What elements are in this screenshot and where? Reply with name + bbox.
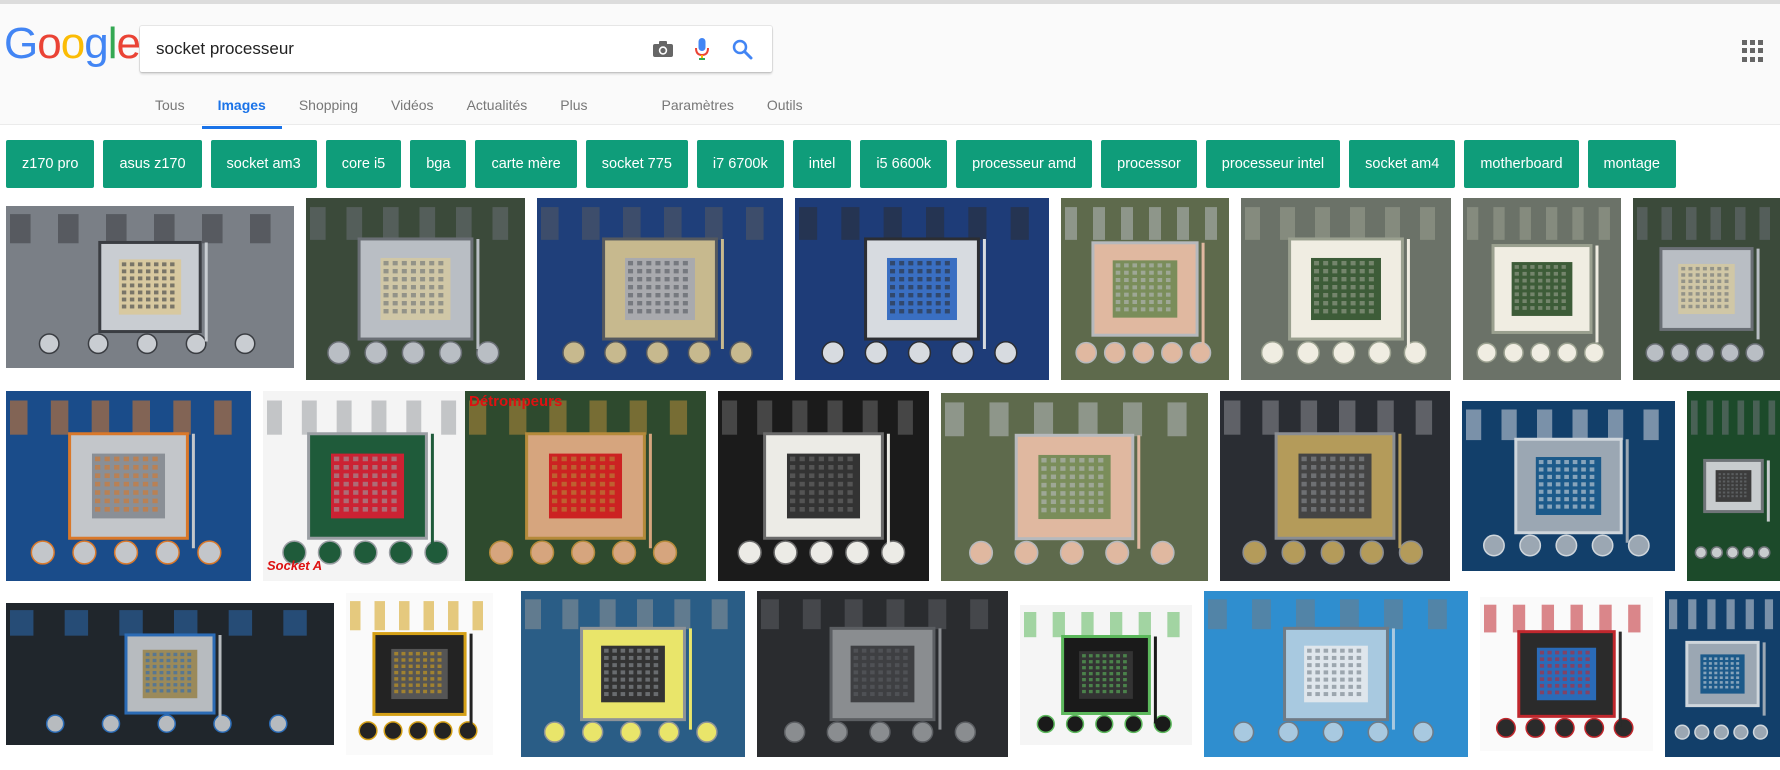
image-result-thumbnail[interactable] — [1220, 391, 1450, 581]
chip-processeur-amd[interactable]: processeur amd — [956, 140, 1093, 188]
microphone-icon[interactable] — [689, 36, 715, 62]
thumbnail-caption: Détrompeurs — [469, 393, 563, 410]
image-result-thumbnail[interactable] — [521, 591, 745, 757]
tab-tous[interactable]: Tous — [155, 84, 185, 129]
chip-core-i5[interactable]: core i5 — [325, 140, 402, 188]
image-result-thumbnail[interactable] — [1463, 198, 1621, 380]
image-result-thumbnail[interactable]: Détrompeurs — [465, 391, 706, 581]
chip-intel[interactable]: intel — [792, 140, 852, 188]
chip-processor[interactable]: processor — [1101, 140, 1197, 188]
chip-socket-775[interactable]: socket 775 — [585, 140, 688, 188]
apps-grid-icon[interactable] — [1742, 40, 1764, 62]
search-input[interactable] — [156, 26, 626, 72]
image-result-thumbnail[interactable] — [1020, 605, 1192, 745]
google-logo[interactable]: Google — [4, 19, 141, 68]
image-result-thumbnail[interactable] — [537, 198, 783, 380]
search-icon[interactable] — [729, 36, 755, 62]
image-result-thumbnail[interactable] — [1480, 597, 1653, 751]
logo-letter: G — [4, 19, 38, 68]
chip-asus-z170[interactable]: asus z170 — [103, 140, 202, 188]
image-result-thumbnail[interactable] — [346, 593, 493, 755]
image-result-thumbnail[interactable] — [306, 198, 525, 380]
image-result-thumbnail[interactable] — [1462, 401, 1675, 571]
chip-socket-am4[interactable]: socket am4 — [1349, 140, 1456, 188]
header: Google Tous Images Shopping Vidéos Actua… — [0, 4, 1780, 129]
logo-letter: l — [107, 19, 118, 68]
image-result-thumbnail[interactable] — [1061, 198, 1229, 380]
tab-shopping[interactable]: Shopping — [299, 84, 358, 129]
logo-letter: g — [84, 19, 109, 68]
chip-processeur-intel[interactable]: processeur intel — [1205, 140, 1341, 188]
logo-letter: o — [37, 19, 62, 68]
search-box — [140, 26, 772, 72]
tab-images[interactable]: Images — [201, 84, 283, 129]
camera-icon[interactable] — [650, 36, 676, 62]
image-result-thumbnail[interactable] — [6, 603, 334, 745]
image-result-thumbnail[interactable] — [941, 393, 1208, 581]
chip-i5-6600k[interactable]: i5 6600k — [860, 140, 948, 188]
thumbnail-caption: Socket A — [267, 558, 323, 573]
image-result-thumbnail[interactable]: Socket A — [263, 391, 472, 581]
chip-z170-pro[interactable]: z170 pro — [6, 140, 95, 188]
image-result-thumbnail[interactable] — [718, 391, 929, 581]
chip-carte-mere[interactable]: carte mère — [475, 140, 577, 188]
tab-plus[interactable]: Plus — [560, 84, 587, 129]
chip-bga[interactable]: bga — [410, 140, 467, 188]
tab-actualites[interactable]: Actualités — [467, 84, 528, 129]
image-result-thumbnail[interactable] — [1633, 198, 1780, 380]
chip-socket-am3[interactable]: socket am3 — [210, 140, 317, 188]
image-result-thumbnail[interactable] — [1687, 391, 1780, 581]
search-tabs: Tous Images Shopping Vidéos Actualités P… — [155, 84, 803, 129]
chip-motherboard[interactable]: motherboard — [1464, 140, 1579, 188]
image-result-thumbnail[interactable] — [795, 198, 1049, 380]
tab-outils[interactable]: Outils — [767, 84, 803, 129]
image-result-thumbnail[interactable] — [1241, 198, 1451, 380]
image-result-thumbnail[interactable] — [6, 206, 294, 368]
image-result-thumbnail[interactable] — [6, 391, 251, 581]
logo-letter: e — [116, 19, 141, 68]
image-result-thumbnail[interactable] — [757, 591, 1008, 757]
tab-videos[interactable]: Vidéos — [391, 84, 434, 129]
image-result-thumbnail[interactable] — [1204, 591, 1468, 757]
chip-i7-6700k[interactable]: i7 6700k — [696, 140, 784, 188]
logo-letter: o — [60, 19, 86, 68]
image-result-thumbnail[interactable] — [1665, 591, 1780, 757]
tab-parametres[interactable]: Paramètres — [662, 84, 734, 129]
related-searches-chips: z170 pro asus z170 socket am3 core i5 bg… — [6, 140, 1676, 188]
chip-montage[interactable]: montage — [1587, 140, 1676, 188]
